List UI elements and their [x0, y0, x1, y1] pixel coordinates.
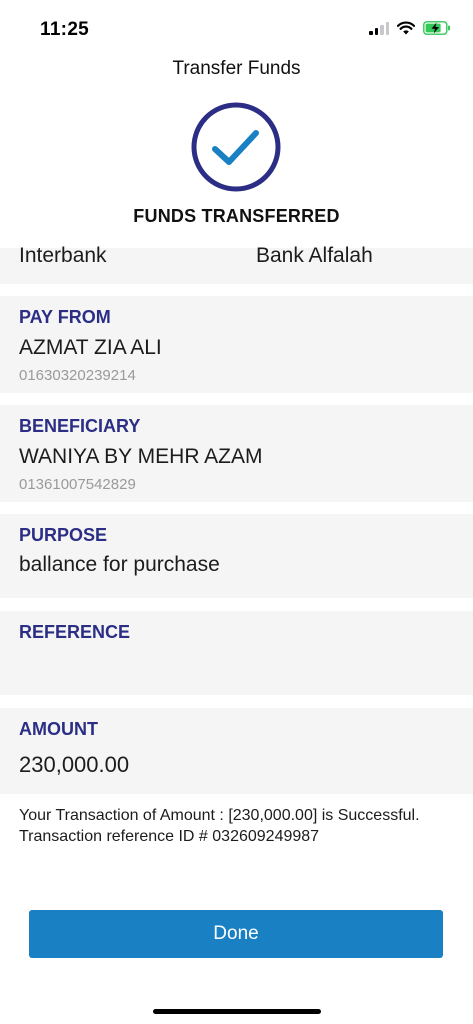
pay-from-account: 01630320239214	[19, 367, 136, 384]
bank-name: Bank Alfalah	[256, 244, 373, 267]
beneficiary-section: BENEFICIARY WANIYA BY MEHR AZAM 01361007…	[0, 405, 473, 502]
success-heading: FUNDS TRANSFERRED	[133, 206, 340, 226]
home-indicator[interactable]	[153, 1009, 321, 1014]
pay-from-label: PAY FROM	[19, 307, 111, 327]
amount-section: AMOUNT 230,000.00	[0, 708, 473, 794]
check-circle-icon	[191, 102, 281, 192]
reference-section: REFERENCE	[0, 611, 473, 695]
amount-value: 230,000.00	[19, 752, 130, 777]
beneficiary-account: 01361007542829	[19, 476, 136, 493]
page-title: Transfer Funds	[172, 58, 301, 79]
beneficiary-name: WANIYA BY MEHR AZAM	[19, 445, 263, 468]
status-time: 11:25	[40, 19, 90, 40]
pay-from-section: PAY FROM AZMAT ZIA ALI 01630320239214	[0, 296, 473, 393]
beneficiary-label: BENEFICIARY	[19, 416, 141, 436]
status-icons	[369, 21, 451, 35]
done-button[interactable]: Done	[29, 910, 443, 958]
transfer-type: Interbank	[19, 244, 107, 267]
purpose-section: PURPOSE ballance for purchase	[0, 514, 473, 598]
purpose-value: ballance for purchase	[19, 553, 220, 576]
battery-charging-icon	[423, 21, 450, 35]
wifi-icon	[397, 21, 415, 35]
purpose-label: PURPOSE	[19, 525, 108, 545]
cellular-signal-icon	[369, 21, 389, 35]
reference-label: REFERENCE	[19, 622, 131, 642]
amount-label: AMOUNT	[19, 719, 98, 739]
status-bar: 11:25	[0, 0, 473, 56]
transfer-type-row: Interbank Bank Alfalah	[0, 244, 473, 284]
pay-from-name: AZMAT ZIA ALI	[19, 336, 162, 359]
confirmation-message: Your Transaction of Amount : [230,000.00…	[19, 807, 420, 845]
